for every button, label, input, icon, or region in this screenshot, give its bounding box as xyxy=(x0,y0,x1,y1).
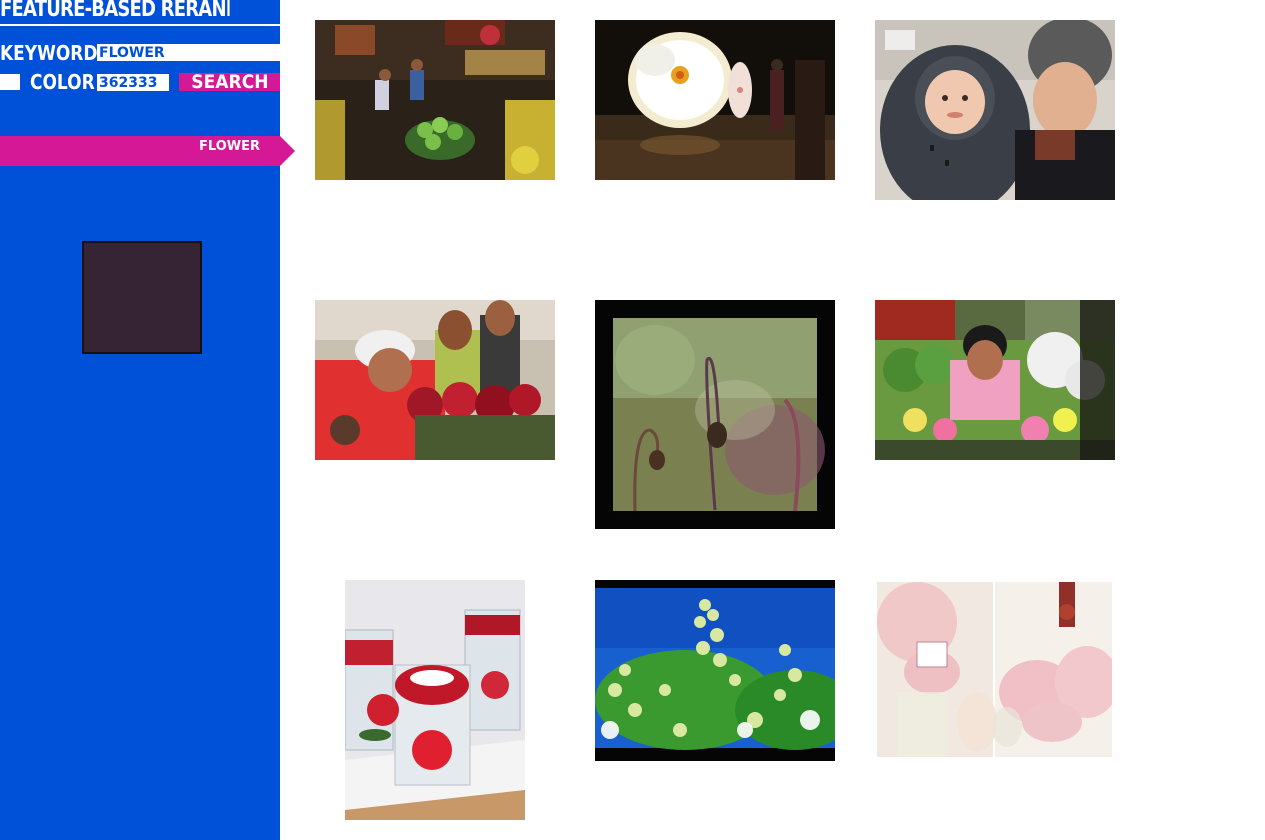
color-input[interactable] xyxy=(97,74,169,91)
search-button-label: SEARCH xyxy=(190,71,269,93)
app-title: FEATURE-BASED RERANKING xyxy=(0,0,230,22)
title-divider xyxy=(0,24,280,26)
keyword-tab-label: FLOWER xyxy=(199,139,260,154)
color-swatch-indicator xyxy=(0,74,20,90)
result-image-flower-vendors[interactable] xyxy=(315,300,555,460)
search-button[interactable]: SEARCH xyxy=(179,71,280,93)
result-image-glowing-flower-exhibit[interactable] xyxy=(595,20,835,180)
result-image-seed-pod-closeup[interactable] xyxy=(595,300,835,529)
result-image-white-blossoms-blue-sky[interactable] xyxy=(595,580,835,761)
sidebar: FEATURE-BASED RERANKING KEYWORD COLOR SE… xyxy=(0,0,280,840)
keyword-input[interactable] xyxy=(97,44,280,61)
result-image-woman-with-flowers[interactable] xyxy=(875,300,1115,460)
keyword-tab-flower[interactable]: FLOWER xyxy=(0,136,280,166)
keyword-label: KEYWORD xyxy=(0,41,98,65)
color-label: COLOR xyxy=(30,70,95,94)
selected-color-swatch xyxy=(82,241,202,354)
result-image-night-flower-market[interactable] xyxy=(315,20,555,180)
result-image-pink-peonies[interactable] xyxy=(877,582,1112,757)
result-image-baby-and-father[interactable] xyxy=(875,20,1115,200)
keyword-tab-arrow xyxy=(280,136,295,166)
result-image-rose-candle-vases[interactable] xyxy=(345,580,525,820)
